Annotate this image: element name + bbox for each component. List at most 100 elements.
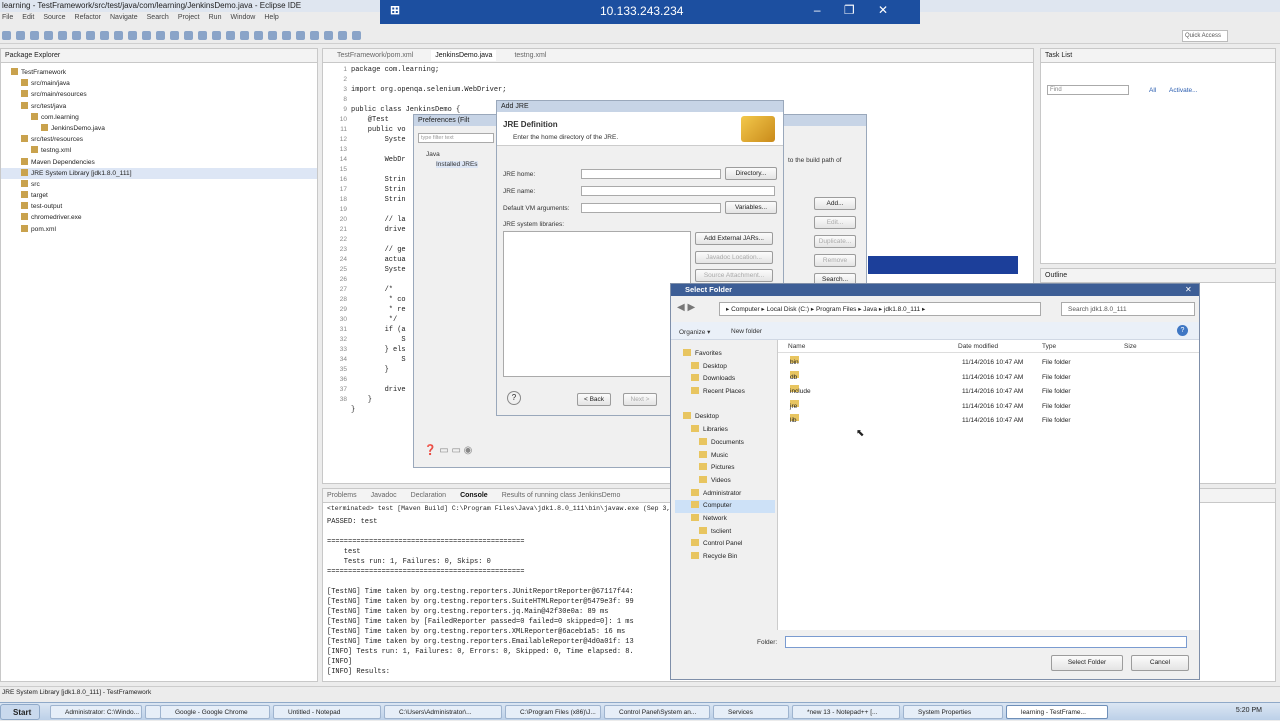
task-list-tab[interactable]: Task List <box>1041 49 1275 63</box>
tree-item[interactable]: src <box>1 179 317 190</box>
pref-remove-button[interactable]: Remove <box>814 254 856 267</box>
menu-run[interactable]: Run <box>209 14 222 21</box>
tree-item[interactable]: src/test/java <box>1 101 317 112</box>
toolbar-icon[interactable] <box>44 31 53 40</box>
organize-button[interactable]: Organize ▾ <box>679 328 710 336</box>
nav-item[interactable]: Music <box>675 450 775 463</box>
task-activate-link[interactable]: Activate... <box>1169 87 1198 94</box>
editor-tab[interactable]: JenkinsDemo.java <box>431 50 497 61</box>
toolbar-icon[interactable] <box>128 31 137 40</box>
package-explorer-tab[interactable]: Package Explorer <box>1 49 317 63</box>
menu-file[interactable]: File <box>2 14 13 21</box>
nav-item[interactable]: Control Panel <box>675 538 775 551</box>
toolbar-icon[interactable] <box>324 31 333 40</box>
vm-args-input[interactable] <box>581 203 721 213</box>
tree-item[interactable]: chromedriver.exe <box>1 212 317 223</box>
tree-item[interactable]: JRE System Library [jdk1.8.0_111] <box>1 167 317 179</box>
tree-item[interactable]: JenkinsDemo.java <box>1 123 317 134</box>
column-header[interactable]: Date modified <box>958 343 998 350</box>
tree-item[interactable]: pom.xml <box>1 224 317 235</box>
tree-item[interactable]: src/test/resources <box>1 134 317 145</box>
nav-item[interactable]: Desktop <box>675 411 775 424</box>
jre-name-input[interactable] <box>581 186 775 196</box>
file-row[interactable]: bin 11/14/2016 10:47 AM File folder <box>778 356 1199 371</box>
add-external-jars-button[interactable]: Add External JARs... <box>695 232 773 245</box>
nav-item[interactable]: Recycle Bin <box>675 551 775 564</box>
toolbar-icon[interactable] <box>16 31 25 40</box>
address-bar[interactable]: ▸ Computer ▸ Local Disk (C:) ▸ Program F… <box>719 302 1041 316</box>
back-button[interactable]: < Back <box>577 393 611 406</box>
toolbar-icon[interactable] <box>352 31 361 40</box>
nav-item[interactable]: Pictures <box>675 462 775 475</box>
pref-edit-button[interactable]: Edit... <box>814 216 856 229</box>
file-row[interactable]: include 11/14/2016 10:47 AM File folder <box>778 385 1199 400</box>
toolbar-icon[interactable] <box>338 31 347 40</box>
pref-tree-java[interactable]: Java <box>426 151 440 158</box>
rdp-window-controls[interactable]: ‒ ❐ ✕ <box>814 3 898 17</box>
jre-libs-list[interactable] <box>503 231 691 377</box>
console-tab[interactable]: Declaration <box>411 492 446 499</box>
nav-item[interactable]: Administrator <box>675 488 775 501</box>
select-folder-button[interactable]: Select Folder <box>1051 655 1123 671</box>
console-tab[interactable]: Problems <box>327 492 357 499</box>
pin-icon[interactable]: ⊞ <box>390 3 400 17</box>
menu-edit[interactable]: Edit <box>22 14 34 21</box>
quick-access-field[interactable]: Quick Access <box>1182 30 1228 42</box>
nav-item[interactable]: Desktop <box>675 361 775 374</box>
toolbar-icon[interactable] <box>212 31 221 40</box>
column-header[interactable]: Type <box>1042 343 1056 350</box>
toolbar-icon[interactable] <box>268 31 277 40</box>
toolbar-icon[interactable] <box>170 31 179 40</box>
new-folder-button[interactable]: New folder <box>731 328 762 335</box>
taskbar-item[interactable]: System Properties <box>903 705 1003 719</box>
pref-add-button[interactable]: Add... <box>814 197 856 210</box>
variables-button[interactable]: Variables... <box>725 201 777 214</box>
taskbar-item[interactable]: learning - TestFrame... <box>1006 705 1108 719</box>
tree-item[interactable]: testng.xml <box>1 145 317 156</box>
nav-item[interactable]: tsclient <box>675 526 775 539</box>
toolbar-icon[interactable] <box>254 31 263 40</box>
toolbar-icon[interactable] <box>72 31 81 40</box>
toolbar-icon[interactable] <box>240 31 249 40</box>
task-find-input[interactable]: Find <box>1047 85 1129 95</box>
console-tab[interactable]: Console <box>460 492 488 499</box>
menu-source[interactable]: Source <box>43 14 65 21</box>
pref-duplicate-button[interactable]: Duplicate... <box>814 235 856 248</box>
taskbar-item[interactable]: Untitled - Notepad <box>273 705 381 719</box>
taskbar-item[interactable] <box>145 705 161 719</box>
column-header[interactable]: Name <box>788 343 805 350</box>
toolbar-icon[interactable] <box>58 31 67 40</box>
toolbar-icon[interactable] <box>156 31 165 40</box>
toolbar-icon[interactable] <box>86 31 95 40</box>
tree-item[interactable]: com.learning <box>1 112 317 123</box>
file-row[interactable]: lib 11/14/2016 10:47 AM File folder <box>778 414 1199 429</box>
nav-item[interactable]: Documents <box>675 437 775 450</box>
start-button[interactable]: Start <box>0 704 40 720</box>
tree-item[interactable]: Maven Dependencies <box>1 157 317 168</box>
nav-item[interactable]: Videos <box>675 475 775 488</box>
editor-tab[interactable]: testng.xml <box>514 52 546 59</box>
file-row[interactable]: db 11/14/2016 10:47 AM File folder <box>778 370 1199 386</box>
help-icon[interactable]: ❓ ▭ ▭ ◉ <box>424 445 472 456</box>
source-attachment-button[interactable]: Source Attachment... <box>695 269 773 282</box>
help-icon[interactable]: ? <box>1177 325 1188 336</box>
selected-jre-row[interactable] <box>868 256 1018 274</box>
toolbar-icon[interactable] <box>226 31 235 40</box>
taskbar-item[interactable]: C:\Program Files (x86)\J... <box>505 705 601 719</box>
toolbar-icon[interactable] <box>282 31 291 40</box>
nav-item[interactable]: Favorites <box>675 348 775 361</box>
preferences-filter-input[interactable]: type filter text <box>418 133 494 143</box>
toolbar-icon[interactable] <box>100 31 109 40</box>
help-icon[interactable]: ? <box>507 391 521 405</box>
tree-item[interactable]: test-output <box>1 201 317 212</box>
tree-item[interactable]: target <box>1 190 317 201</box>
menu-navigate[interactable]: Navigate <box>110 14 138 21</box>
next-button[interactable]: Next > <box>623 393 657 406</box>
taskbar-item[interactable]: C:\Users\Administrator\... <box>384 705 502 719</box>
editor-tab[interactable]: TestFramework/pom.xml <box>337 52 413 59</box>
jre-home-input[interactable] <box>581 169 721 179</box>
taskbar-item[interactable]: Control Panel\System an... <box>604 705 710 719</box>
search-input[interactable]: Search jdk1.8.0_111 <box>1061 302 1195 316</box>
nav-item[interactable]: Computer <box>675 500 775 513</box>
toolbar-icon[interactable] <box>142 31 151 40</box>
